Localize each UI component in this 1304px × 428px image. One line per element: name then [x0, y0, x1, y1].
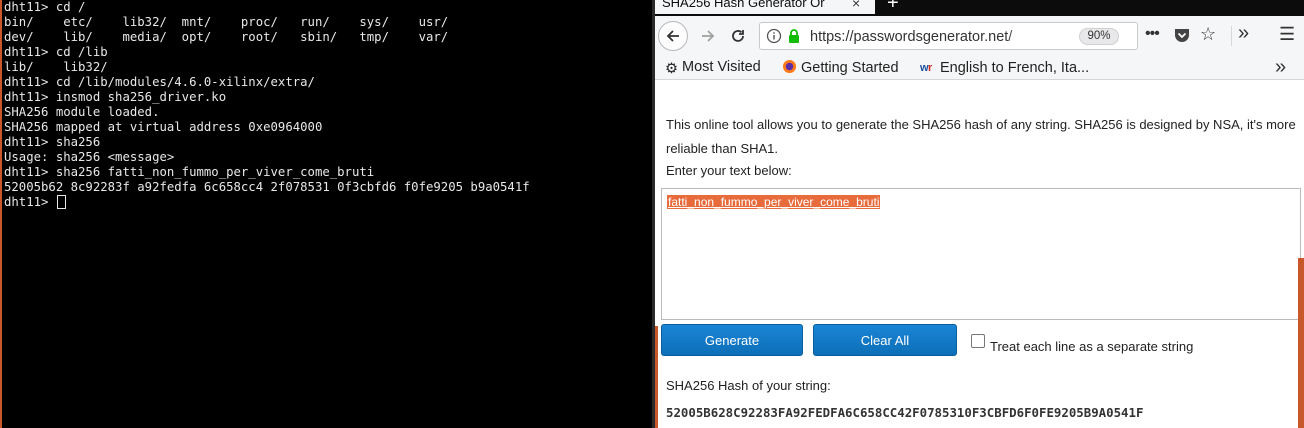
intro-line: reliable than SHA1.: [666, 141, 779, 156]
reload-icon: [732, 30, 744, 42]
reload-button[interactable]: [723, 21, 753, 51]
wordreference-icon: wr: [919, 59, 936, 78]
browser-window: SHA256 Hash Generator Or × + https://pas…: [655, 0, 1304, 428]
lock-icon[interactable]: [787, 28, 801, 49]
forward-arrow-icon: [702, 30, 715, 42]
terminal-line: SHA256 module loaded.: [4, 105, 160, 119]
back-arrow-icon: [666, 30, 679, 42]
bookmarks-overflow-icon[interactable]: »: [1275, 56, 1286, 79]
bookmark-star-icon[interactable]: ☆: [1200, 24, 1216, 45]
url-bar[interactable]: https://passwordsgenerator.net/ 90%: [759, 22, 1138, 50]
hamburger-menu-icon[interactable]: ☰: [1279, 24, 1295, 45]
svg-text:r: r: [928, 62, 933, 74]
bookmark-label: English to French, Ita...: [940, 60, 1090, 76]
tab-bar: SHA256 Hash Generator Or × +: [655, 0, 1304, 16]
terminal-cursor: [56, 195, 66, 209]
terminal-window[interactable]: dht11> cd / bin/ etc/ lib32/ mnt/ proc/ …: [0, 0, 652, 428]
hash-result-value: 52005B628C92283FA92FEDFA6C658CC42F078531…: [666, 405, 1144, 420]
text-input-area[interactable]: fatti_non_fummo_per_viver_come_bruti: [661, 188, 1301, 320]
separate-lines-checkbox[interactable]: [971, 334, 985, 348]
bookmark-label: Getting Started: [801, 60, 899, 76]
terminal-line: dev/ lib/ media/ opt/ root/ sbin/ tmp/ v…: [4, 30, 449, 44]
firefox-icon: [782, 59, 797, 78]
bookmark-label: Most Visited: [682, 59, 761, 75]
close-tab-icon[interactable]: ×: [852, 0, 860, 12]
terminal-line: lib/ lib32/: [4, 60, 108, 74]
tab-sha256[interactable]: SHA256 Hash Generator Or ×: [655, 0, 875, 14]
checkbox-label: Treat each line as a separate string: [990, 339, 1194, 354]
page-actions-icon[interactable]: •••: [1145, 25, 1160, 43]
terminal-line: dht11> cd /lib: [4, 45, 108, 59]
navigation-toolbar: https://passwordsgenerator.net/ 90% ••• …: [655, 16, 1304, 56]
new-tab-button[interactable]: +: [887, 0, 899, 13]
intro-text: This online tool allows you to generate …: [666, 113, 1304, 161]
terminal-line: dht11> sha256 fatti_non_fummo_per_viver_…: [4, 165, 375, 179]
zoom-level-badge[interactable]: 90%: [1079, 28, 1119, 45]
terminal-line: dht11> cd /lib/modules/4.6.0-xilinx/extr…: [4, 75, 315, 89]
page-content: This online tool allows you to generate …: [655, 81, 1304, 428]
input-text-selected: fatti_non_fummo_per_viver_come_bruti: [667, 195, 881, 209]
url-text[interactable]: https://passwordsgenerator.net/: [810, 29, 1040, 45]
terminal-line: dht11> cd /: [4, 0, 86, 14]
terminal-line: 52005b62 8c92283f a92fedfa 6c658cc4 2f07…: [4, 180, 530, 194]
pocket-icon[interactable]: [1173, 27, 1191, 48]
bookmark-most-visited[interactable]: ⚙ Most Visited: [665, 59, 761, 77]
clear-all-button[interactable]: Clear All: [813, 324, 957, 356]
intro-line: This online tool allows you to generate …: [666, 117, 1296, 132]
generate-button[interactable]: Generate: [661, 324, 803, 356]
terminal-line: dht11> sha256: [4, 135, 101, 149]
hash-result-label: SHA256 Hash of your string:: [666, 378, 831, 393]
info-icon[interactable]: [766, 28, 782, 49]
bookmarks-toolbar: ⚙ Most Visited Getting Started wr English…: [655, 56, 1304, 80]
back-button[interactable]: [658, 21, 688, 51]
toolbar-separator: [1231, 26, 1232, 46]
bookmark-translate[interactable]: wr English to French, Ita...: [919, 59, 1090, 78]
desktop-edge-accent: [1298, 258, 1304, 428]
terminal-line: dht11> insmod sha256_driver.ko: [4, 90, 227, 104]
overflow-chevron-icon[interactable]: »: [1238, 22, 1249, 45]
terminal-prompt-line[interactable]: dht11>: [4, 195, 652, 210]
terminal-prompt: dht11>: [4, 195, 56, 209]
bookmark-getting-started[interactable]: Getting Started: [782, 59, 899, 78]
terminal-line: Usage: sha256 <message>: [4, 150, 175, 164]
terminal-line: bin/ etc/ lib32/ mnt/ proc/ run/ sys/ us…: [4, 15, 449, 29]
tab-title: SHA256 Hash Generator Or: [662, 0, 825, 10]
forward-button[interactable]: [693, 21, 723, 51]
terminal-line: SHA256 mapped at virtual address 0xe0964…: [4, 120, 323, 134]
gear-icon: ⚙: [665, 61, 678, 77]
input-label: Enter your text below:: [666, 163, 792, 178]
